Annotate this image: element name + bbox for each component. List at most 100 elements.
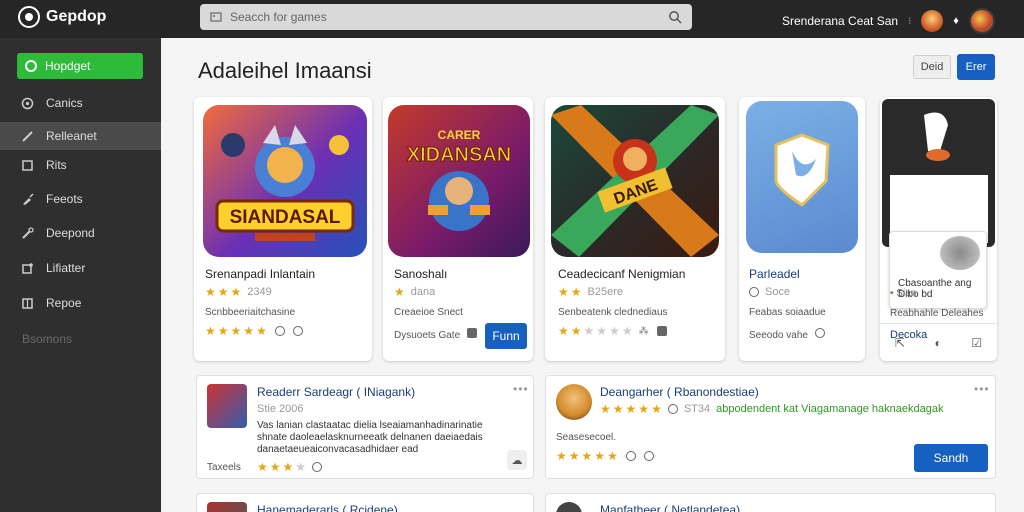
moon-icon[interactable]: ◐ bbox=[935, 336, 942, 350]
game-card[interactable]: SIANDASAL Srenanpadi Inlantain ★ ★ ★ 2349 … bbox=[194, 97, 372, 361]
sidebar-item-lifiatter[interactable]: Lifiatter bbox=[0, 254, 161, 282]
app-name: Gepdop bbox=[46, 8, 107, 25]
game-subtitle: Reabhahle Deleahes bbox=[890, 308, 984, 319]
more-icon[interactable]: ••• bbox=[974, 382, 990, 396]
rating: Soce bbox=[749, 286, 790, 298]
new-button[interactable]: Erer bbox=[957, 54, 995, 80]
rating: ★ ★ ★ ★ ★ ST34 abpodendent kat Viagamanage h… bbox=[600, 402, 944, 416]
list-row[interactable]: Deangarher ( Rbanondestiae) ★ ★ ★ ★ ★ ST34 a… bbox=[545, 375, 996, 479]
game-subtitle: Feabas soiaadue bbox=[749, 307, 826, 318]
wrench-icon bbox=[20, 226, 34, 240]
notification-icon[interactable]: ♦ bbox=[953, 15, 959, 27]
row-description: Vas lanian clastaatac dielia lseaiamanha… bbox=[257, 420, 483, 455]
game-art: DANE bbox=[551, 105, 719, 257]
search-input[interactable] bbox=[230, 10, 660, 24]
sidebar-item-deepond[interactable]: Deepond bbox=[0, 219, 161, 247]
row-thumbnail bbox=[556, 502, 582, 512]
sidebar-item-repoe[interactable]: Repoe bbox=[0, 289, 161, 317]
play-button[interactable]: Funn bbox=[485, 323, 527, 349]
list-row[interactable]: Readerr Sardeagr ( INiagank) Stie 2006 V… bbox=[196, 375, 534, 479]
rating: ★ ★ ★ 2349 bbox=[205, 285, 272, 299]
card-actions: ⇱ ◐ ☑ bbox=[880, 323, 997, 361]
logo-icon bbox=[18, 6, 40, 28]
dots-icon[interactable]: ⁝ bbox=[908, 16, 911, 27]
rating: Stie 2006 bbox=[257, 403, 303, 415]
list-row[interactable]: Manfatheer ( Netlandetea) bbox=[545, 493, 996, 512]
sidebar: Hopdget Canics Relleanet Rits Feeots Dee… bbox=[0, 38, 161, 512]
search-bar[interactable] bbox=[200, 4, 692, 30]
rating: ★ ★ B25ere bbox=[558, 285, 624, 299]
art-title: XIDANSAN bbox=[407, 144, 511, 166]
rating: • Sian bbox=[890, 288, 917, 299]
art-title-top: CARER bbox=[438, 128, 481, 142]
game-art bbox=[746, 101, 858, 253]
game-subtitle: Creaeioe Snect bbox=[394, 307, 463, 318]
sidebar-item-label: Relleanet bbox=[46, 129, 97, 143]
box-icon bbox=[20, 296, 34, 310]
game-name[interactable]: Sanoshalı bbox=[394, 267, 447, 281]
row-thumbnail bbox=[207, 502, 247, 512]
info-icon bbox=[749, 287, 759, 297]
character-thumbnail bbox=[940, 236, 980, 270]
rating-text: Stie 2006 bbox=[257, 403, 304, 415]
game-footer: Dysuoets Gate bbox=[394, 328, 477, 341]
sidebar-new-label: Hopdget bbox=[45, 59, 91, 73]
sidebar-item-label: Repoe bbox=[46, 296, 82, 310]
user-name[interactable]: Srenderana Ceat San bbox=[782, 14, 898, 28]
game-art: SIANDASAL bbox=[203, 105, 367, 257]
edit-button[interactable]: Deid bbox=[913, 55, 951, 79]
sidebar-item-label: Lifiatter bbox=[46, 261, 86, 275]
square-icon bbox=[20, 158, 34, 172]
search-icon[interactable] bbox=[668, 10, 682, 24]
rating: ★ dana bbox=[394, 285, 436, 299]
sidebar-item-label: Rits bbox=[46, 158, 67, 172]
game-name[interactable]: Parleadel bbox=[749, 267, 800, 281]
row-title[interactable]: Manfatheer ( Netlandetea) bbox=[600, 503, 740, 512]
game-subtitle: Senbeatenk clednediaus bbox=[558, 307, 668, 318]
info-icon bbox=[274, 326, 285, 336]
more-icon[interactable]: ••• bbox=[513, 382, 529, 396]
avatar[interactable] bbox=[968, 8, 995, 34]
rating-row: ★ ★ ★ ★ bbox=[257, 461, 323, 473]
sidebar-item-feeots[interactable]: Feeots bbox=[0, 185, 161, 213]
game-art bbox=[882, 99, 995, 247]
game-card[interactable]: Parleadel Soce Feabas soiaadue Seeodo va… bbox=[739, 97, 865, 361]
row-title[interactable]: Deangarher ( Rbanondestiae) bbox=[600, 385, 759, 399]
row-title[interactable]: Readerr Sardeagr ( INiagank) bbox=[257, 385, 415, 399]
sidebar-item-label: Canics bbox=[46, 96, 83, 110]
row-title[interactable]: Hanemaderarls ( Rcidene) bbox=[257, 503, 398, 512]
row-footer: Taxeels bbox=[207, 462, 241, 473]
sidebar-new-button[interactable]: Hopdget bbox=[17, 53, 143, 79]
top-bar: Gepdop Srenderana Ceat San ⁝ ♦ bbox=[0, 0, 1024, 38]
share-icon bbox=[814, 328, 825, 338]
sidebar-item-rits[interactable]: Rits bbox=[0, 151, 161, 179]
game-card[interactable]: DANE Ceadecicanf Nenigmian ★ ★ B25ere Sen… bbox=[545, 97, 725, 361]
game-card[interactable]: Cbasoanthe ang Dibo bd Decoka bbox=[880, 97, 997, 361]
game-footer: Seeodo vahe bbox=[749, 328, 825, 341]
sidebar-item-label: Feeots bbox=[46, 192, 83, 206]
export-icon[interactable]: ⇱ bbox=[895, 336, 905, 350]
mascot-icon[interactable] bbox=[921, 10, 944, 32]
game-name[interactable]: Srenanpadi Inlantain bbox=[205, 267, 315, 281]
page-title: Adaleihel Imaansi bbox=[198, 58, 372, 83]
main-content: Adaleihel Imaansi Deid Erer SIANDASAL Sr… bbox=[161, 38, 1024, 512]
user-area: Srenderana Ceat San ⁝ ♦ bbox=[782, 8, 995, 34]
sidebar-item-canics[interactable]: Canics bbox=[0, 89, 161, 117]
row-action-button[interactable]: Sandh bbox=[914, 444, 988, 472]
share-icon bbox=[292, 326, 303, 336]
sidebar-item-label: Deepond bbox=[46, 226, 95, 240]
pencil-icon bbox=[20, 129, 34, 143]
list-row[interactable]: Hanemaderarls ( Rcidene) bbox=[196, 493, 534, 512]
art-logo-text: SIANDASAL bbox=[230, 207, 341, 228]
cloud-icon[interactable]: ☁ bbox=[507, 450, 527, 470]
app-icon bbox=[466, 328, 477, 338]
game-name[interactable]: Ceadecicanf Nenigmian bbox=[558, 267, 685, 281]
game-card[interactable]: CARER XIDANSAN Sanoshalı ★ dana Creaeioe… bbox=[383, 97, 533, 361]
sidebar-item-relleanet[interactable]: Relleanet bbox=[0, 122, 161, 150]
app-logo[interactable]: Gepdop bbox=[18, 6, 106, 28]
game-art: CARER XIDANSAN bbox=[388, 105, 530, 257]
checkbox-icon[interactable]: ☑ bbox=[971, 336, 982, 350]
game-subtitle: Scnbbeeriaitchasine bbox=[205, 307, 296, 318]
brush-icon bbox=[20, 192, 34, 206]
sidebar-muted-label[interactable]: Bsomons bbox=[22, 332, 72, 346]
